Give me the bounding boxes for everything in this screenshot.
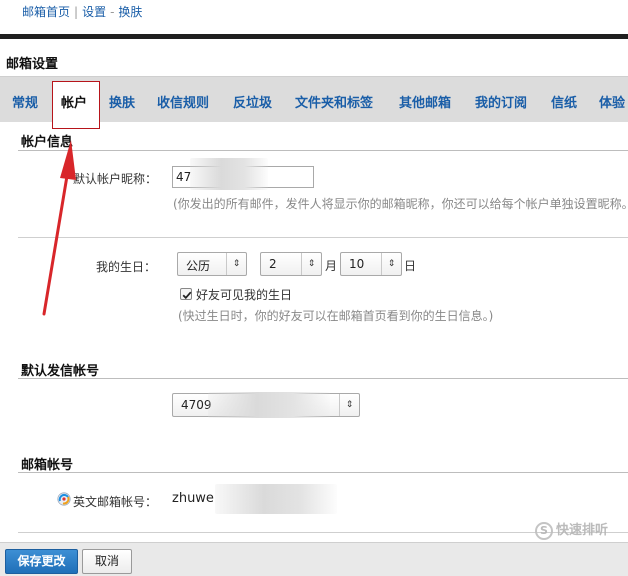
checkmark-icon [182, 291, 192, 300]
tab-receive-rules[interactable]: 收信规则 [157, 92, 209, 111]
select-arrows-icon: ⇕ [226, 253, 246, 275]
tab-experience[interactable]: 体验 [599, 92, 625, 111]
watermark: S 快速排听 [534, 519, 608, 540]
redaction-blur [190, 158, 268, 190]
breadcrumb: 邮箱首页 | 设置 - 换肤 [22, 3, 142, 20]
birthday-label: 我的生日： [96, 260, 157, 274]
tab-skin[interactable]: 换肤 [109, 92, 135, 111]
birthday-visible-checkbox[interactable] [180, 288, 192, 300]
watermark-logo-icon: S [534, 521, 553, 540]
nickname-label: 默认帐户昵称： [73, 172, 158, 186]
tab-general[interactable]: 常规 [12, 92, 38, 111]
nickname-value: 47 [176, 170, 192, 184]
month-unit: 月 [325, 259, 338, 273]
mail-account-title: 邮箱帐号 [21, 458, 74, 473]
english-account-label: 英文邮箱帐号： [73, 495, 158, 509]
english-account-value: zhuwe [172, 491, 214, 506]
tab-my-subscriptions[interactable]: 我的订阅 [475, 92, 527, 111]
account-info-title: 帐户信息 [21, 135, 74, 150]
redaction-blur [208, 392, 330, 418]
section-divider [18, 472, 628, 473]
redaction-blur [215, 484, 337, 514]
settings-tabs: 常规 帐户 换肤 收信规则 反垃圾 文件夹和标签 其他邮箱 我的订阅 信纸 体验 [0, 76, 628, 129]
skin-link[interactable]: 换肤 [118, 5, 142, 19]
birth-month-value: 2 [269, 257, 277, 271]
breadcrumb-dash: - [110, 5, 115, 19]
settings-link[interactable]: 设置 [82, 5, 106, 19]
birthday-hint: (快过生日时，你的好友可以在邮箱首页看到你的生日信息。) [178, 309, 494, 323]
birthday-visible-label: 好友可见我的生日 [196, 288, 293, 302]
qq-mail-icon [57, 492, 71, 506]
save-changes-button[interactable]: 保存更改 [5, 549, 78, 574]
tab-other-mailboxes[interactable]: 其他邮箱 [399, 92, 451, 111]
select-arrows-icon: ⇕ [339, 394, 359, 416]
calendar-type-value: 公历 [186, 259, 211, 273]
day-unit: 日 [404, 259, 417, 273]
select-arrows-icon: ⇕ [381, 253, 401, 275]
default-sender-value: 4709 [181, 398, 212, 412]
breadcrumb-separator: | [74, 5, 79, 19]
nickname-hint: (你发出的所有邮件，发件人将显示你的邮箱昵称，你还可以给每个帐户单独设置昵称。 [173, 197, 628, 211]
tab-account[interactable]: 帐户 [61, 92, 87, 111]
calendar-type-select[interactable]: 公历 ⇕ [177, 252, 247, 276]
select-arrows-icon: ⇕ [301, 253, 321, 275]
cancel-button[interactable]: 取消 [82, 549, 132, 574]
tab-stationery[interactable]: 信纸 [551, 92, 577, 111]
birth-day-select[interactable]: 10 ⇕ [340, 252, 402, 276]
watermark-text: 快速排听 [555, 523, 608, 538]
section-divider [18, 378, 628, 379]
tab-anti-spam[interactable]: 反垃圾 [233, 92, 272, 111]
default-sender-title: 默认发信帐号 [21, 364, 100, 379]
section-divider [18, 237, 628, 238]
section-divider [18, 150, 628, 151]
tab-folders-labels[interactable]: 文件夹和标签 [295, 92, 373, 111]
birth-month-select[interactable]: 2 ⇕ [260, 252, 322, 276]
top-dark-bar [0, 34, 628, 39]
mail-home-link[interactable]: 邮箱首页 [22, 5, 70, 19]
page-title: 邮箱设置 [6, 57, 59, 72]
birth-day-value: 10 [349, 257, 365, 271]
